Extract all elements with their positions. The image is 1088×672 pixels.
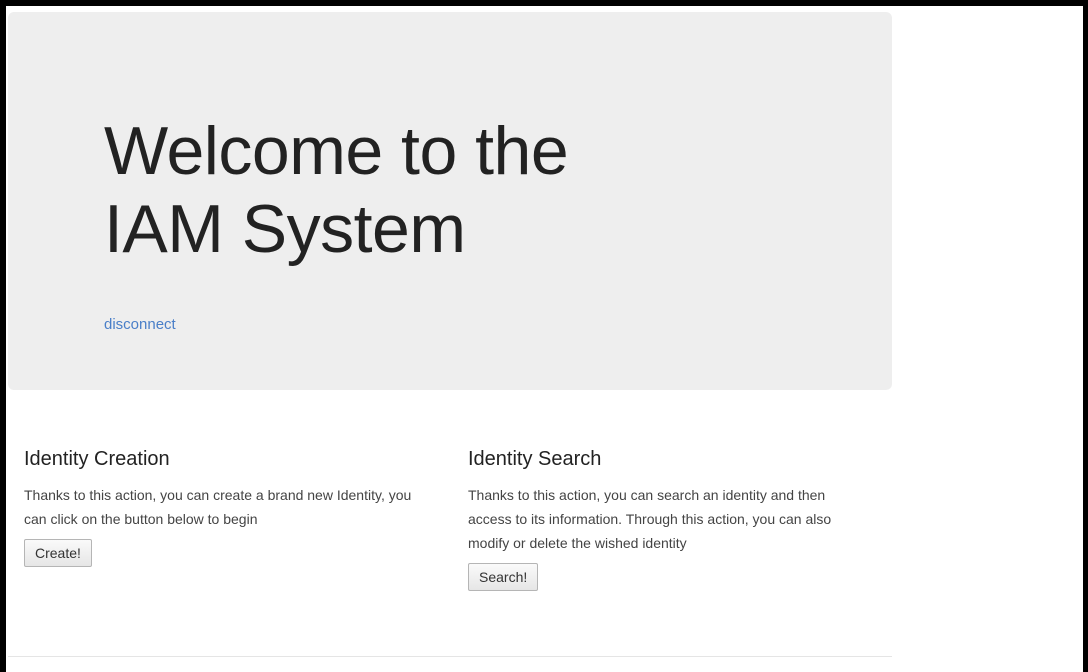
page-title-line-2: IAM System — [104, 191, 466, 267]
welcome-jumbotron: Welcome to the IAM System disconnect — [8, 12, 892, 390]
identity-creation-section: Identity Creation Thanks to this action,… — [24, 448, 436, 567]
bottom-divider — [8, 656, 892, 657]
identity-search-description: Thanks to this action, you can search an… — [468, 487, 832, 551]
page-title-line-1: Welcome to the — [104, 113, 569, 189]
search-button[interactable]: Search! — [468, 563, 539, 591]
identity-creation-heading: Identity Creation — [24, 448, 170, 470]
identity-search-heading: Identity Search — [468, 448, 602, 470]
disconnect-link[interactable]: disconnect — [104, 316, 176, 333]
create-button[interactable]: Create! — [24, 539, 92, 567]
identity-search-section: Identity Search Thanks to this action, y… — [468, 448, 868, 591]
page-title: Welcome to the IAM System — [104, 112, 569, 268]
identity-creation-description: Thanks to this action, you can create a … — [24, 487, 412, 527]
